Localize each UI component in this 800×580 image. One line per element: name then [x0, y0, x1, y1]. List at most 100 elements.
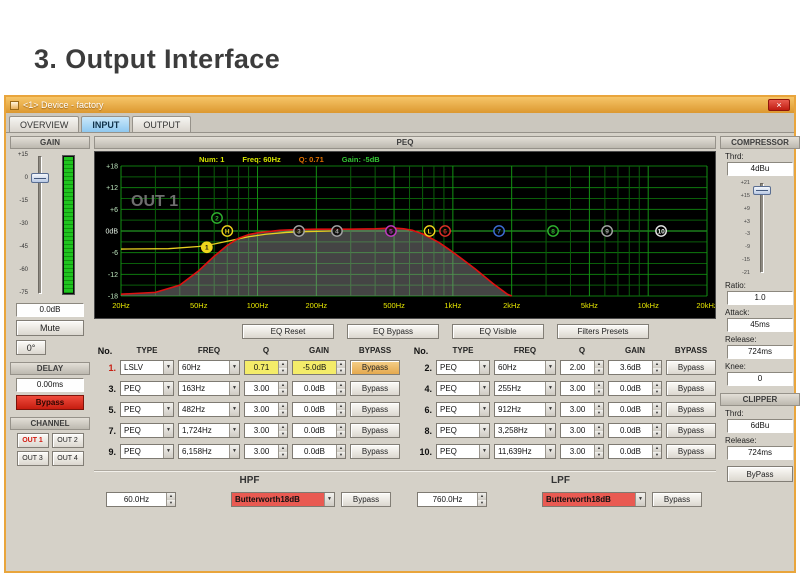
eq-type-select[interactable]: PEQ▼ [120, 402, 174, 417]
eq-gain-spinner[interactable]: 0.0dB▲▼ [608, 381, 662, 396]
eq-freq-select[interactable]: 482Hz▼ [178, 402, 240, 417]
chevron-down-icon[interactable]: ▼ [545, 403, 555, 416]
eq-gain-spinner[interactable]: 0.0dB▲▼ [292, 381, 346, 396]
eq-row-bypass-button[interactable]: Bypass [666, 402, 716, 417]
peq-response-plot[interactable]: +18+12+60dB-6-12-1820Hz50Hz100Hz200Hz500… [95, 152, 715, 318]
chevron-down-icon[interactable]: ▼ [479, 403, 489, 416]
gain-readout[interactable]: 0.0dB [16, 303, 84, 317]
spin-down-icon[interactable]: ▼ [595, 368, 603, 375]
clipper-bypass-button[interactable]: ByPass [727, 466, 793, 482]
channel-button-out-1[interactable]: OUT 1 [17, 433, 49, 448]
eq-row-bypass-button[interactable]: Bypass [666, 423, 716, 438]
spin-down-icon[interactable]: ▼ [279, 389, 287, 396]
hpf-bypass-button[interactable]: Bypass [341, 492, 391, 507]
eq-type-select[interactable]: PEQ▼ [120, 444, 174, 459]
eq-point-marker[interactable]: 8 [548, 226, 558, 236]
chevron-down-icon[interactable]: ▼ [229, 382, 239, 395]
delay-bypass-button[interactable]: Bypass [16, 395, 84, 410]
channel-button-out-4[interactable]: OUT 4 [52, 451, 84, 466]
chevron-down-icon[interactable]: ▼ [545, 424, 555, 437]
eq-freq-select[interactable]: 1,724Hz▼ [178, 423, 240, 438]
spin-down-icon[interactable]: ▼ [653, 389, 661, 396]
eq-gain-spinner[interactable]: 0.0dB▲▼ [608, 444, 662, 459]
eq-type-select[interactable]: LSLV▼ [120, 360, 174, 375]
eq-q-spinner[interactable]: 2.00▲▼ [560, 360, 604, 375]
spin-down-icon[interactable]: ▼ [653, 410, 661, 417]
hpf-filter-select[interactable]: Butterworth18dB ▼ [231, 492, 335, 507]
chevron-down-icon[interactable]: ▼ [229, 424, 239, 437]
release-value[interactable]: 724ms [727, 345, 793, 359]
phase-button[interactable]: 0° [16, 340, 46, 355]
eq-row-bypass-button[interactable]: Bypass [350, 402, 400, 417]
chevron-down-icon[interactable]: ▼ [479, 382, 489, 395]
gain-fader-thumb[interactable] [31, 173, 49, 183]
eq-type-select[interactable]: PEQ▼ [120, 423, 174, 438]
eq-q-spinner[interactable]: 3.00▲▼ [244, 402, 288, 417]
eq-q-spinner[interactable]: 3.00▲▼ [560, 423, 604, 438]
eq-gain-spinner[interactable]: 0.0dB▲▼ [608, 402, 662, 417]
eq-q-spinner[interactable]: 3.00▲▼ [244, 423, 288, 438]
spin-down-icon[interactable]: ▼ [595, 452, 603, 459]
eq-type-select[interactable]: PEQ▼ [436, 402, 490, 417]
hpf-freq-spinner[interactable]: 60.0Hz ▲▼ [106, 492, 176, 507]
eq-row-bypass-button[interactable]: Bypass [350, 444, 400, 459]
chevron-down-icon[interactable]: ▼ [163, 445, 173, 458]
tab-overview[interactable]: OVERVIEW [9, 116, 79, 132]
spin-down-icon[interactable]: ▼ [337, 389, 345, 396]
eq-freq-select[interactable]: 3,258Hz▼ [494, 423, 556, 438]
eq-type-select[interactable]: PEQ▼ [436, 360, 490, 375]
ratio-value[interactable]: 1.0 [727, 291, 793, 305]
eq-freq-select[interactable]: 912Hz▼ [494, 402, 556, 417]
eq-point-marker[interactable]: 10 [656, 226, 666, 236]
eq-q-spinner[interactable]: 0.71▲▼ [244, 360, 288, 375]
eq-gain-spinner[interactable]: 0.0dB▲▼ [292, 402, 346, 417]
eq-freq-select[interactable]: 60Hz▼ [494, 360, 556, 375]
spin-down-icon[interactable]: ▼ [167, 500, 175, 507]
eq-point-marker[interactable]: 7 [494, 226, 504, 236]
chevron-down-icon[interactable]: ▼ [324, 493, 334, 506]
mute-button[interactable]: Mute [16, 320, 84, 336]
eq-row-bypass-button[interactable]: Bypass [666, 381, 716, 396]
eq-point-marker[interactable]: 4 [332, 226, 342, 236]
chevron-down-icon[interactable]: ▼ [479, 361, 489, 374]
eq-point-marker[interactable]: 2 [212, 213, 222, 223]
chevron-down-icon[interactable]: ▼ [163, 361, 173, 374]
eq-freq-select[interactable]: 255Hz▼ [494, 381, 556, 396]
channel-button-out-2[interactable]: OUT 2 [52, 433, 84, 448]
chevron-down-icon[interactable]: ▼ [635, 493, 645, 506]
eq-point-marker[interactable]: 3 [294, 226, 304, 236]
eq-gain-spinner[interactable]: 0.0dB▲▼ [292, 444, 346, 459]
clipper-release-value[interactable]: 724ms [727, 446, 793, 460]
eq-type-select[interactable]: PEQ▼ [436, 381, 490, 396]
chevron-down-icon[interactable]: ▼ [163, 382, 173, 395]
chevron-down-icon[interactable]: ▼ [229, 445, 239, 458]
eq-gain-spinner[interactable]: -5.0dB▲▼ [292, 360, 346, 375]
attack-value[interactable]: 45ms [727, 318, 793, 332]
eq-point-marker[interactable]: L [424, 226, 434, 236]
eq-point-marker[interactable]: 5 [386, 226, 396, 236]
chevron-down-icon[interactable]: ▼ [479, 445, 489, 458]
eq-gain-spinner[interactable]: 0.0dB▲▼ [608, 423, 662, 438]
close-icon[interactable]: × [768, 99, 790, 111]
eq-row-bypass-button[interactable]: Bypass [350, 381, 400, 396]
eq-graph[interactable]: +18+12+60dB-6-12-1820Hz50Hz100Hz200Hz500… [94, 151, 716, 319]
eq-point-marker[interactable]: 1 [202, 242, 212, 252]
spin-down-icon[interactable]: ▼ [279, 431, 287, 438]
compressor-slider-track[interactable] [760, 183, 764, 273]
eq-row-bypass-button[interactable]: Bypass [350, 423, 400, 438]
tab-output[interactable]: OUTPUT [132, 116, 191, 132]
spin-down-icon[interactable]: ▼ [653, 452, 661, 459]
eq-point-marker[interactable]: 9 [602, 226, 612, 236]
spin-down-icon[interactable]: ▼ [478, 500, 486, 507]
eq-visible-button[interactable]: EQ Visible [452, 324, 544, 339]
spin-down-icon[interactable]: ▼ [653, 368, 661, 375]
eq-row-bypass-button[interactable]: Bypass [666, 444, 716, 459]
lpf-freq-spinner[interactable]: 760.0Hz ▲▼ [417, 492, 487, 507]
eq-freq-select[interactable]: 60Hz▼ [178, 360, 240, 375]
channel-button-out-3[interactable]: OUT 3 [17, 451, 49, 466]
eq-q-spinner[interactable]: 3.00▲▼ [560, 402, 604, 417]
eq-reset-button[interactable]: EQ Reset [242, 324, 334, 339]
eq-q-spinner[interactable]: 3.00▲▼ [244, 381, 288, 396]
chevron-down-icon[interactable]: ▼ [163, 424, 173, 437]
filters-presets-button[interactable]: Filters Presets [557, 324, 649, 339]
